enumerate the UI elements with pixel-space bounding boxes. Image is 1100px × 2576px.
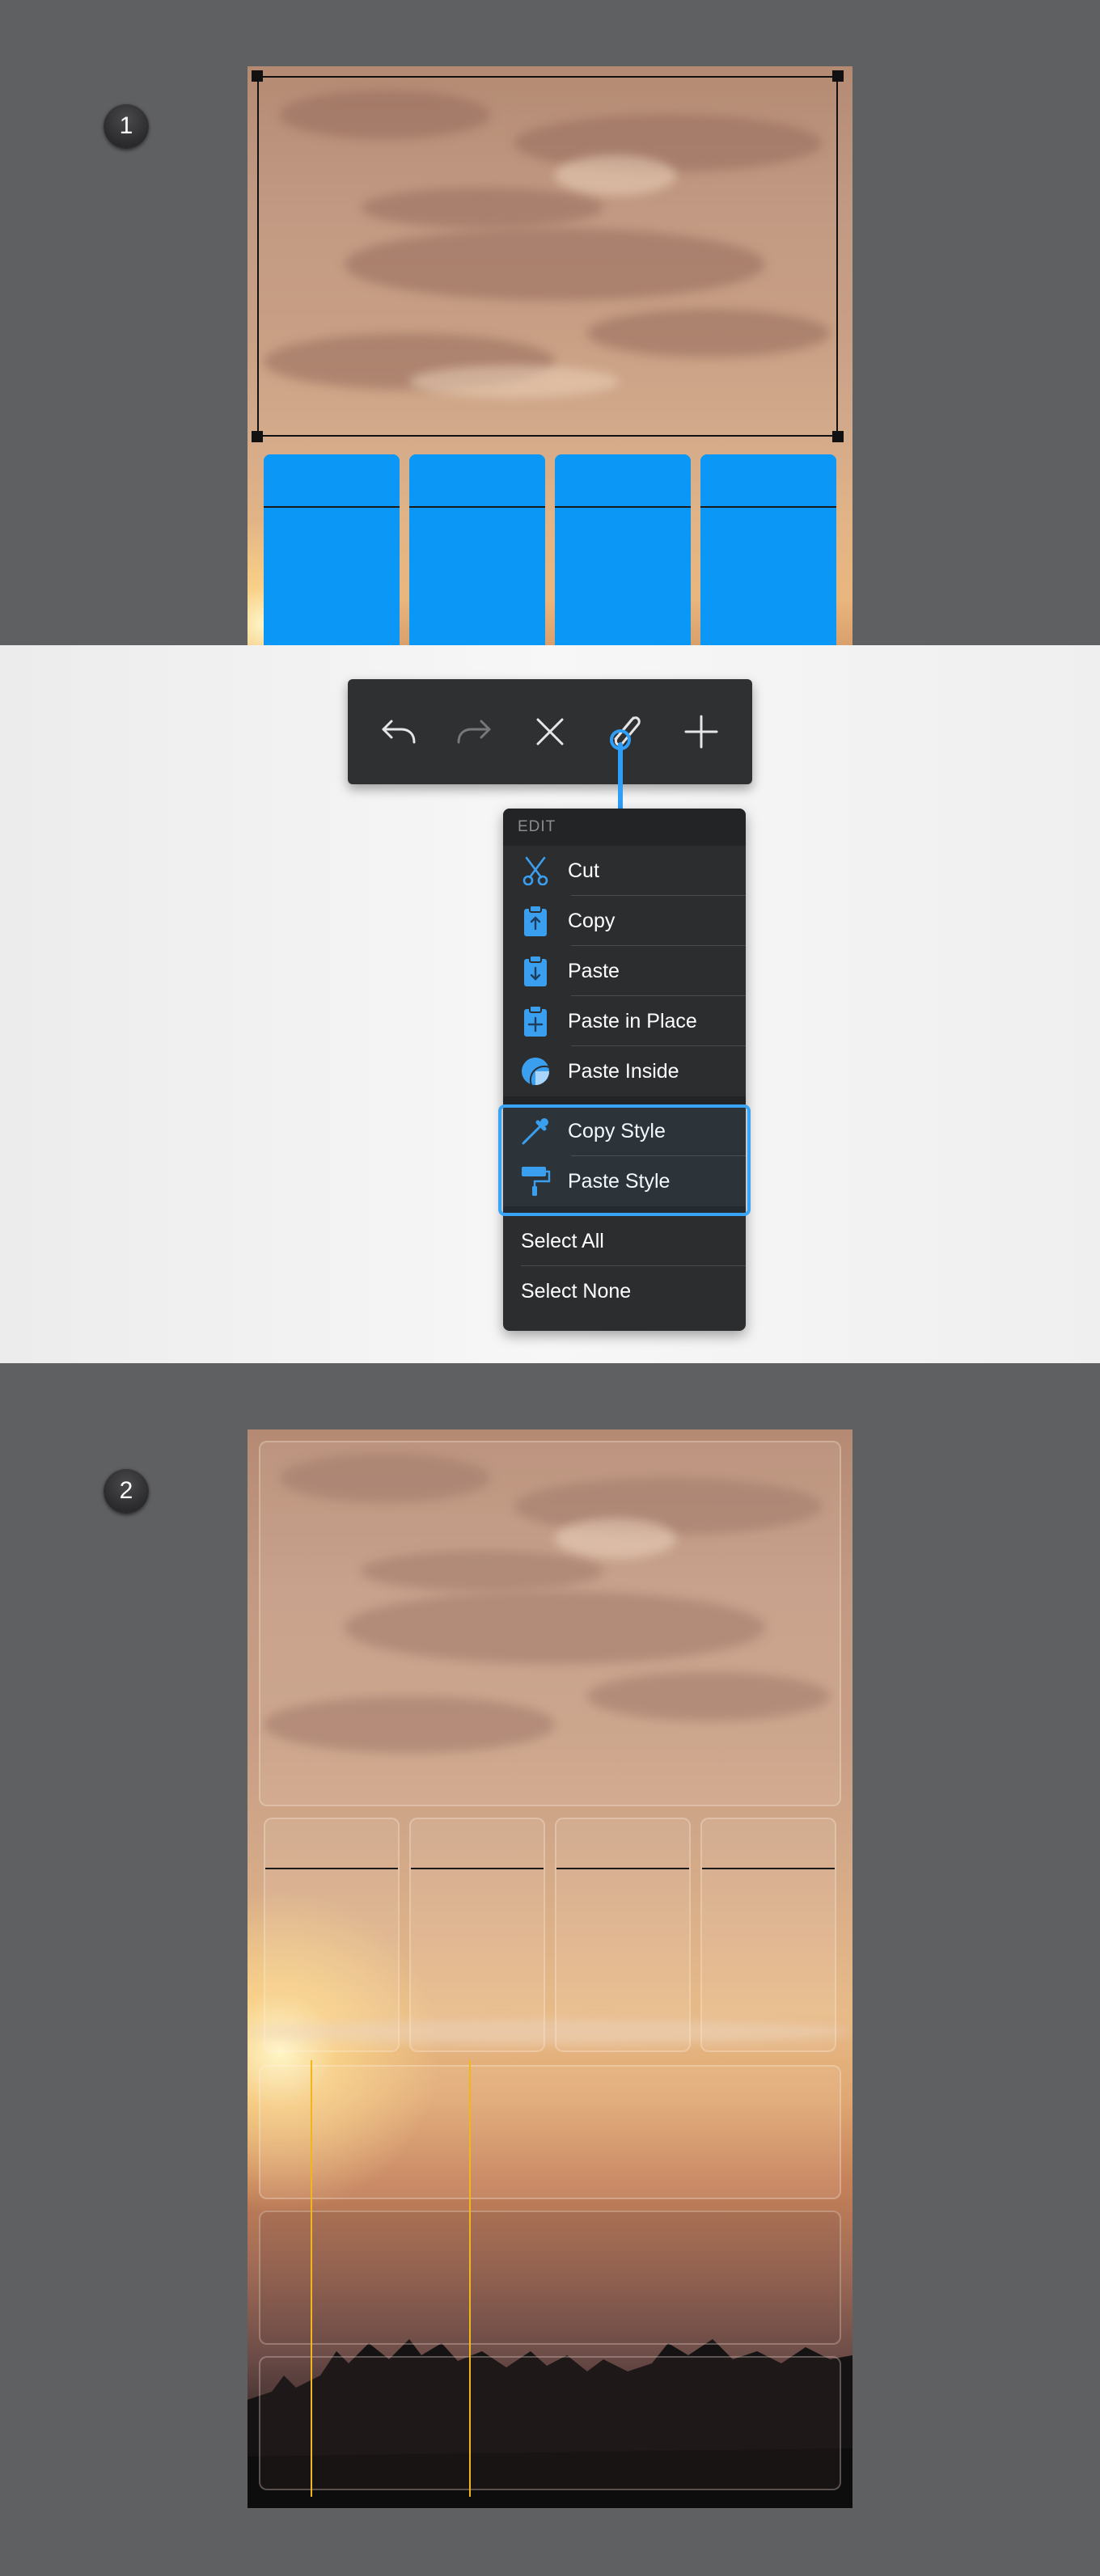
blue-cell-1[interactable] bbox=[264, 454, 400, 645]
menu-item-paste[interactable]: Paste bbox=[503, 946, 746, 996]
add-button[interactable] bbox=[673, 703, 730, 760]
menu-item-select-none[interactable]: Select None bbox=[503, 1266, 746, 1316]
delete-button[interactable] bbox=[522, 703, 578, 760]
menu-connector-anchor bbox=[610, 729, 631, 750]
sunset-artwork-top bbox=[248, 66, 852, 645]
menu-header: EDIT bbox=[503, 809, 746, 846]
step-2-panel: 2 bbox=[0, 1363, 1100, 2576]
scissors-icon bbox=[518, 853, 553, 889]
editor-toolbar bbox=[348, 679, 752, 784]
undo-icon bbox=[382, 720, 416, 744]
menu-item-label: Select None bbox=[521, 1279, 632, 1303]
menu-item-select-all[interactable]: Select All bbox=[503, 1216, 746, 1266]
menu-item-label: Cut bbox=[568, 859, 599, 882]
close-icon bbox=[536, 718, 564, 745]
blue-cell-4[interactable] bbox=[700, 454, 836, 645]
glass-cell-2[interactable] bbox=[409, 1818, 545, 2052]
step-1-panel: 1 bbox=[0, 0, 1100, 645]
layout-guide-right bbox=[469, 2060, 471, 2497]
menu-item-copy[interactable]: Copy bbox=[503, 896, 746, 946]
edit-menu: EDIT Cut Copy Paste Paste in Place Paste… bbox=[503, 809, 746, 1331]
glass-row-1[interactable] bbox=[259, 2065, 841, 2199]
menu-item-paste-in-place[interactable]: Paste in Place bbox=[503, 996, 746, 1046]
menu-item-label: Paste bbox=[568, 959, 620, 982]
cell-divider-line bbox=[556, 1868, 689, 1869]
redo-button[interactable] bbox=[446, 703, 502, 760]
copy-clipboard-icon bbox=[518, 903, 553, 939]
paste-inside-icon bbox=[518, 1054, 553, 1089]
cell-divider-line bbox=[702, 1868, 835, 1869]
resize-handle-top-right[interactable] bbox=[832, 70, 844, 82]
glass-row-3[interactable] bbox=[259, 2356, 841, 2490]
step-1-badge: 1 bbox=[104, 103, 149, 149]
paste-in-place-icon bbox=[518, 1003, 553, 1039]
cell-divider-line bbox=[265, 1868, 398, 1869]
sunset-artwork-bottom bbox=[248, 1429, 852, 2508]
blue-cell-3[interactable] bbox=[555, 454, 691, 645]
glass-row-2[interactable] bbox=[259, 2211, 841, 2345]
glass-cell-3[interactable] bbox=[555, 1818, 691, 2052]
menu-item-label: Copy bbox=[568, 909, 616, 932]
paste-clipboard-icon bbox=[518, 953, 553, 989]
glass-cell-1[interactable] bbox=[264, 1818, 400, 2052]
resize-handle-bottom-right[interactable] bbox=[832, 431, 844, 442]
menu-item-paste-inside[interactable]: Paste Inside bbox=[503, 1046, 746, 1096]
menu-item-label: Paste in Place bbox=[568, 1009, 697, 1033]
cell-divider-line bbox=[411, 1868, 544, 1869]
menu-item-cut[interactable]: Cut bbox=[503, 846, 746, 896]
undo-button[interactable] bbox=[370, 703, 427, 760]
glass-cell-4[interactable] bbox=[700, 1818, 836, 2052]
style-actions-highlight bbox=[498, 1104, 751, 1216]
menu-connector bbox=[618, 742, 623, 812]
resize-handle-top-left[interactable] bbox=[252, 70, 263, 82]
menu-item-label: Paste Inside bbox=[568, 1059, 679, 1083]
redo-icon bbox=[457, 720, 491, 744]
menu-item-label: Select All bbox=[521, 1229, 604, 1252]
resize-handle-bottom-left[interactable] bbox=[252, 431, 263, 442]
plus-icon bbox=[684, 715, 718, 749]
step-2-badge: 2 bbox=[104, 1468, 149, 1514]
hero-glass-card[interactable] bbox=[259, 1441, 841, 1806]
layout-guide-left bbox=[311, 2060, 312, 2497]
selection-rectangle[interactable] bbox=[257, 76, 838, 437]
blue-cell-2[interactable] bbox=[409, 454, 545, 645]
